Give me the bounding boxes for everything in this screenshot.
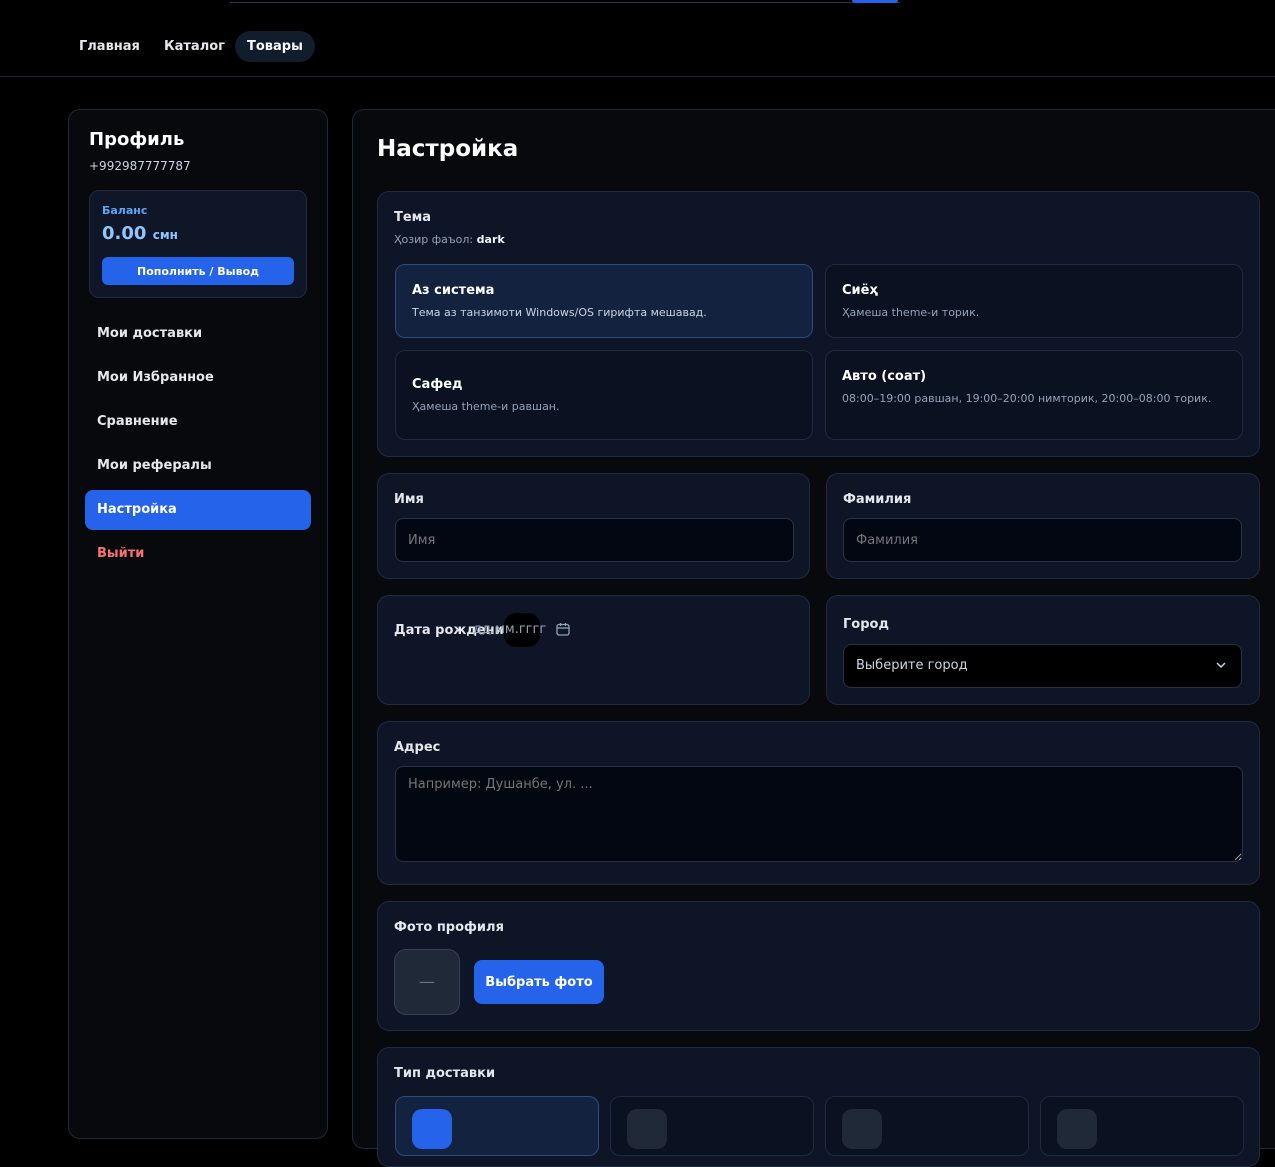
- sidebar-item-deliveries[interactable]: Мои доставки: [85, 314, 311, 354]
- page-title: Настройка: [377, 136, 519, 162]
- city-card: Город Выберите город: [826, 595, 1260, 705]
- sidebar-item-settings[interactable]: Настройка: [85, 490, 311, 530]
- delivery-type-card: Тип доставки: [377, 1047, 1260, 1167]
- nav-products[interactable]: Товары: [235, 31, 315, 62]
- first-name-card: Имя: [377, 473, 810, 579]
- choose-photo-button[interactable]: Выбрать фото: [474, 960, 604, 1004]
- last-name-input[interactable]: [843, 518, 1242, 562]
- nav-home[interactable]: Главная: [67, 31, 152, 62]
- theme-option-title: Авто (соат): [842, 369, 927, 384]
- sidebar-item-referrals[interactable]: Мои рефералы: [85, 446, 311, 486]
- theme-option-desc: Ҳамеша theme-и равшан.: [412, 400, 560, 413]
- profile-sidebar: Профиль +992987777787 Баланс 0.00 смн По…: [68, 109, 328, 1139]
- sidebar-item-favorites[interactable]: Мои Избранное: [85, 358, 311, 398]
- theme-option-desc: 08:00–19:00 равшан, 19:00–20:00 нимторик…: [842, 392, 1212, 405]
- profile-title: Профиль: [89, 129, 185, 150]
- balance-value: 0.00 смн: [102, 223, 178, 244]
- delivery-icon: [1057, 1109, 1097, 1149]
- theme-option-desc: Ҳамеша theme-и торик.: [842, 306, 980, 319]
- theme-option-dark[interactable]: Сиёҳ Ҳамеша theme-и торик.: [825, 264, 1243, 338]
- delivery-option[interactable]: [825, 1096, 1029, 1156]
- profile-phone: +992987777787: [89, 159, 191, 173]
- balance-label: Баланс: [102, 204, 148, 217]
- first-name-label: Имя: [394, 492, 424, 507]
- search-button-edge[interactable]: [852, 0, 898, 3]
- photo-card: Фото профиля — Выбрать фото: [377, 901, 1260, 1031]
- birth-date-card: Дата рождения дд.мм.гггг: [377, 595, 810, 705]
- balance-currency: смн: [152, 228, 178, 242]
- photo-label: Фото профиля: [394, 920, 504, 935]
- delivery-icon: [842, 1109, 882, 1149]
- balance-card: Баланс 0.00 смн Пополнить / Вывод: [89, 190, 307, 298]
- last-name-label: Фамилия: [843, 492, 912, 507]
- theme-option-light[interactable]: Сафед Ҳамеша theme-и равшан.: [395, 350, 813, 440]
- theme-option-system[interactable]: Аз система Тема аз танзимоти Windows/OS …: [395, 264, 813, 338]
- balance-amount: 0.00: [102, 223, 147, 244]
- theme-label: Тема: [394, 210, 432, 225]
- theme-option-title: Аз система: [412, 283, 495, 298]
- last-name-card: Фамилия: [826, 473, 1260, 579]
- theme-option-desc: Тема аз танзимоти Windows/OS гирифта меш…: [412, 306, 707, 319]
- theme-option-auto[interactable]: Авто (соат) 08:00–19:00 равшан, 19:00–20…: [825, 350, 1243, 440]
- sidebar-item-logout[interactable]: Выйти: [85, 534, 311, 574]
- theme-current-value: dark: [476, 233, 505, 246]
- topup-withdraw-button[interactable]: Пополнить / Вывод: [102, 257, 294, 285]
- theme-option-title: Сафед: [412, 377, 463, 392]
- sidebar-item-compare[interactable]: Сравнение: [85, 402, 311, 442]
- delivery-icon: [627, 1109, 667, 1149]
- search-bar-edge: [230, 0, 900, 3]
- city-select-value: Выберите город: [856, 658, 968, 673]
- theme-option-title: Сиёҳ: [842, 283, 878, 298]
- birth-date-input[interactable]: дд.мм.гггг: [473, 622, 546, 637]
- first-name-input[interactable]: [395, 518, 794, 562]
- top-nav: Главная Каталог Товары: [0, 0, 1275, 77]
- nav-catalog[interactable]: Каталог: [152, 31, 237, 62]
- address-label: Адрес: [394, 740, 441, 755]
- delivery-icon: [412, 1109, 452, 1149]
- theme-card: Тема Ҳозир фаъол: dark Аз система Тема а…: [377, 191, 1260, 457]
- calendar-icon[interactable]: [556, 622, 570, 636]
- city-label: Город: [843, 617, 889, 632]
- delivery-option[interactable]: [610, 1096, 814, 1156]
- address-textarea[interactable]: [395, 766, 1243, 862]
- settings-panel: Настройка Тема Ҳозир фаъол: dark Аз сист…: [352, 109, 1275, 1167]
- city-select[interactable]: Выберите город: [843, 644, 1242, 688]
- chevron-down-icon: [1216, 662, 1226, 669]
- delivery-option[interactable]: [395, 1096, 599, 1156]
- theme-current-prefix: Ҳозир фаъол:: [394, 233, 474, 246]
- delivery-type-label: Тип доставки: [394, 1066, 496, 1081]
- avatar-preview: —: [394, 949, 460, 1015]
- delivery-option[interactable]: [1040, 1096, 1244, 1156]
- address-card: Адрес: [377, 721, 1260, 885]
- theme-current: Ҳозир фаъол: dark: [394, 233, 505, 246]
